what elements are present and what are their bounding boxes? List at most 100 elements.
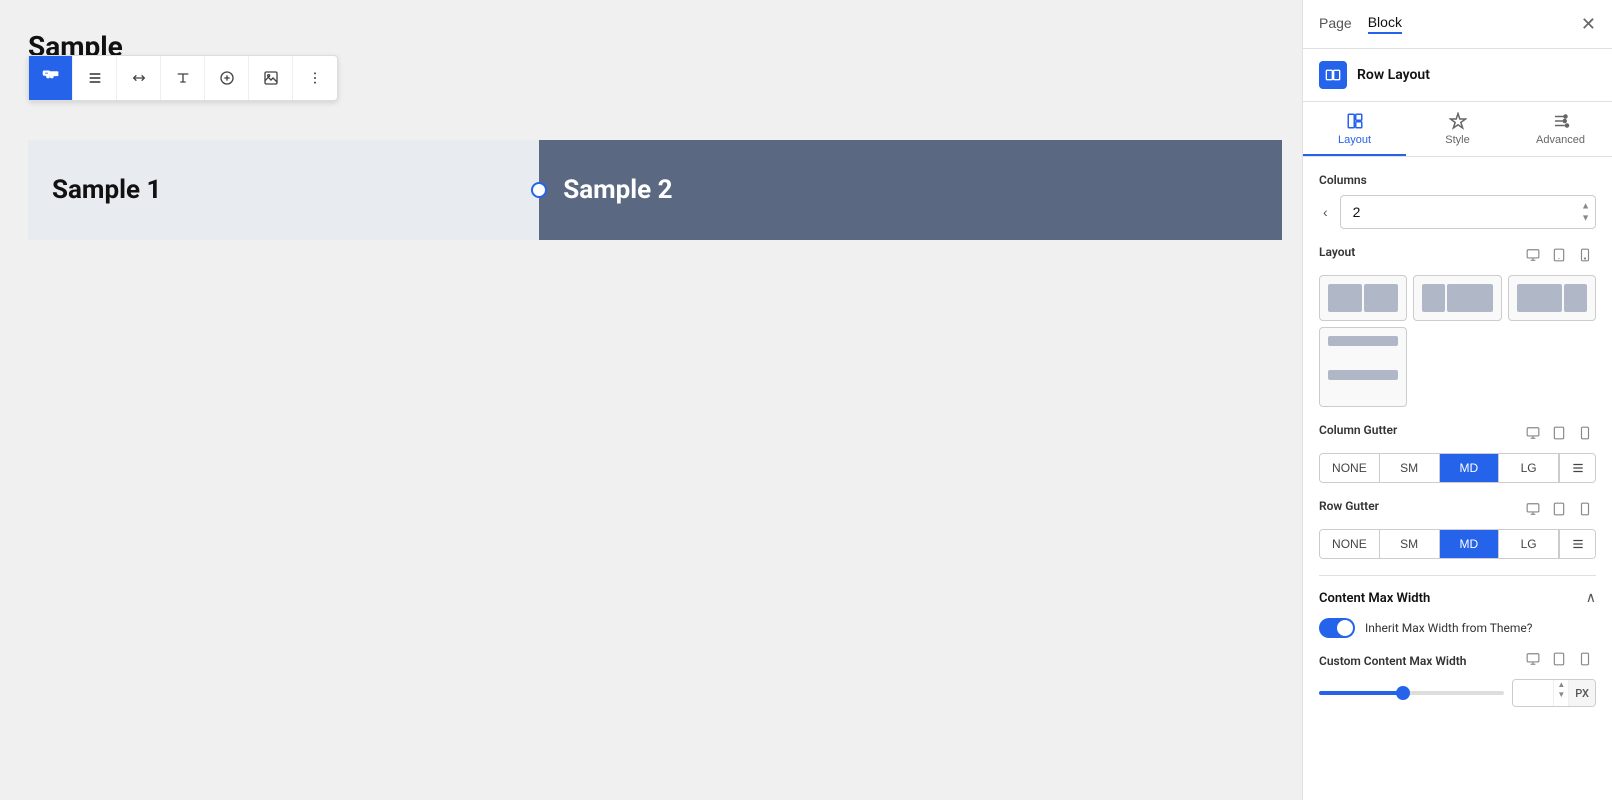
toggle-knob [1337,620,1353,636]
sub-tab-layout-label: Layout [1338,134,1371,146]
cg-none-button[interactable]: NONE [1320,454,1380,482]
row-gutter-section: Row Gutter NONE SM MD LG [1319,499,1596,559]
rg-md-button[interactable]: MD [1440,530,1500,558]
custom-width-unit-label: PX [1568,680,1595,706]
cg-desktop-icon[interactable] [1522,424,1544,445]
toolbar-more-button[interactable] [293,56,337,100]
desktop-icon-button[interactable] [1522,246,1544,267]
advanced-icon [1552,112,1570,130]
toolbar-add-button[interactable] [205,56,249,100]
custom-width-label: Custom Content Max Width [1319,654,1466,668]
cg-lg-button[interactable]: LG [1499,454,1559,482]
col-block [1517,284,1563,312]
col-block [1422,284,1445,312]
rg-mobile-icon[interactable] [1574,500,1596,521]
custom-width-number-input[interactable] [1513,680,1553,706]
custom-width-slider[interactable] [1319,691,1504,695]
close-button[interactable]: ✕ [1581,15,1596,33]
layout-option-left-heavy[interactable] [1413,275,1501,321]
cg-tablet-icon[interactable] [1548,424,1570,445]
sidebar-header: Page Block ✕ [1303,0,1612,49]
columns-up-button[interactable]: ▲ [1579,201,1592,212]
cw-tablet-icon[interactable] [1548,650,1570,671]
add-icon [219,70,235,86]
move-icon [42,69,60,87]
column-gutter-options: NONE SM MD LG [1319,453,1596,483]
sub-tab-layout[interactable]: Layout [1303,102,1406,156]
rg-sm-button[interactable]: SM [1380,530,1440,558]
custom-width-input-wrapper: ▲ ▼ PX [1512,679,1596,707]
layout-section: Layout [1319,245,1596,407]
layout-header: Layout [1319,245,1596,267]
layout-preview-full2 [1328,370,1398,398]
tablet-icon-button[interactable] [1548,246,1570,267]
text-icon [175,70,191,86]
rg-tablet-icon[interactable] [1548,500,1570,521]
image-icon [263,70,279,86]
content-max-width-title: Content Max Width [1319,591,1430,606]
custom-width-spinner: ▲ ▼ [1553,680,1568,706]
more-icon [307,70,323,86]
col-block [1328,370,1398,380]
cg-sm-button[interactable]: SM [1380,454,1440,482]
block-resize-handle[interactable] [531,182,547,198]
layout-device-icons [1522,246,1596,267]
layout-preview-left-heavy [1422,284,1492,312]
block-toolbar [28,55,338,101]
cw-desktop-icon[interactable] [1522,650,1544,671]
sub-tab-advanced[interactable]: Advanced [1509,102,1612,156]
column-gutter-header: Column Gutter [1319,423,1596,445]
toolbar-list-button[interactable] [73,56,117,100]
rg-custom-button[interactable] [1559,530,1595,558]
rg-none-button[interactable]: NONE [1320,530,1380,558]
block-sample2[interactable]: Sample 2 [539,140,1282,240]
rg-lg-button[interactable]: LG [1499,530,1559,558]
cg-md-button[interactable]: MD [1440,454,1500,482]
sidebar: Page Block ✕ Row Layout Layout [1302,0,1612,800]
columns-input[interactable] [1340,195,1596,229]
layout-option-full[interactable] [1319,327,1407,407]
sub-tab-style-label: Style [1445,134,1469,146]
tab-page[interactable]: Page [1319,14,1352,34]
layout-preview-equal [1328,284,1398,312]
layout-option-right-heavy[interactable] [1508,275,1596,321]
block-sample1[interactable]: Sample 1 [28,140,539,240]
cw-mobile-icon[interactable] [1574,650,1596,671]
col-block [1364,284,1398,312]
canvas-area: Sample Sample 1 Sample 2 [0,0,1302,800]
col-block [1447,284,1493,312]
toolbar-image-button[interactable] [249,56,293,100]
custom-width-slider-row: ▲ ▼ PX [1319,679,1596,707]
layout-option-equal[interactable] [1319,275,1407,321]
rg-desktop-icon[interactable] [1522,500,1544,521]
custom-width-down-button[interactable]: ▼ [1554,690,1568,700]
toolbar-move-button[interactable] [29,56,73,100]
column-gutter-section: Column Gutter NONE SM MD LG [1319,423,1596,483]
content-max-width-section: Content Max Width ∧ Inherit Max Width fr… [1319,575,1596,707]
inherit-toggle[interactable] [1319,618,1355,638]
toolbar-resize-button[interactable] [117,56,161,100]
row-gutter-header: Row Gutter [1319,499,1596,521]
columns-prev-button[interactable]: ‹ [1319,200,1332,224]
custom-width-header: Custom Content Max Width [1319,650,1596,671]
row-gutter-options: NONE SM MD LG [1319,529,1596,559]
content-max-width-header[interactable]: Content Max Width ∧ [1319,590,1596,606]
inherit-toggle-label: Inherit Max Width from Theme? [1365,621,1532,635]
sub-tab-style[interactable]: Style [1406,102,1509,156]
layout-options-grid [1319,275,1596,407]
block-title-row: Row Layout [1303,49,1612,102]
block1-heading: Sample 1 [52,175,161,205]
columns-down-button[interactable]: ▼ [1579,213,1592,224]
block2-heading: Sample 2 [563,175,672,205]
mobile-icon-button[interactable] [1574,246,1596,267]
toolbar-text-button[interactable] [161,56,205,100]
panel-body: Columns ‹ ▲ ▼ Layout [1303,157,1612,723]
cg-custom-button[interactable] [1559,454,1595,482]
columns-spinner: ▲ ▼ [1579,201,1592,224]
cg-mobile-icon[interactable] [1574,424,1596,445]
columns-row: ‹ ▲ ▼ [1319,195,1596,229]
tab-block[interactable]: Block [1368,14,1402,34]
custom-width-up-button[interactable]: ▲ [1554,680,1568,690]
layout-preview-full [1328,336,1398,364]
col-block [1328,284,1362,312]
